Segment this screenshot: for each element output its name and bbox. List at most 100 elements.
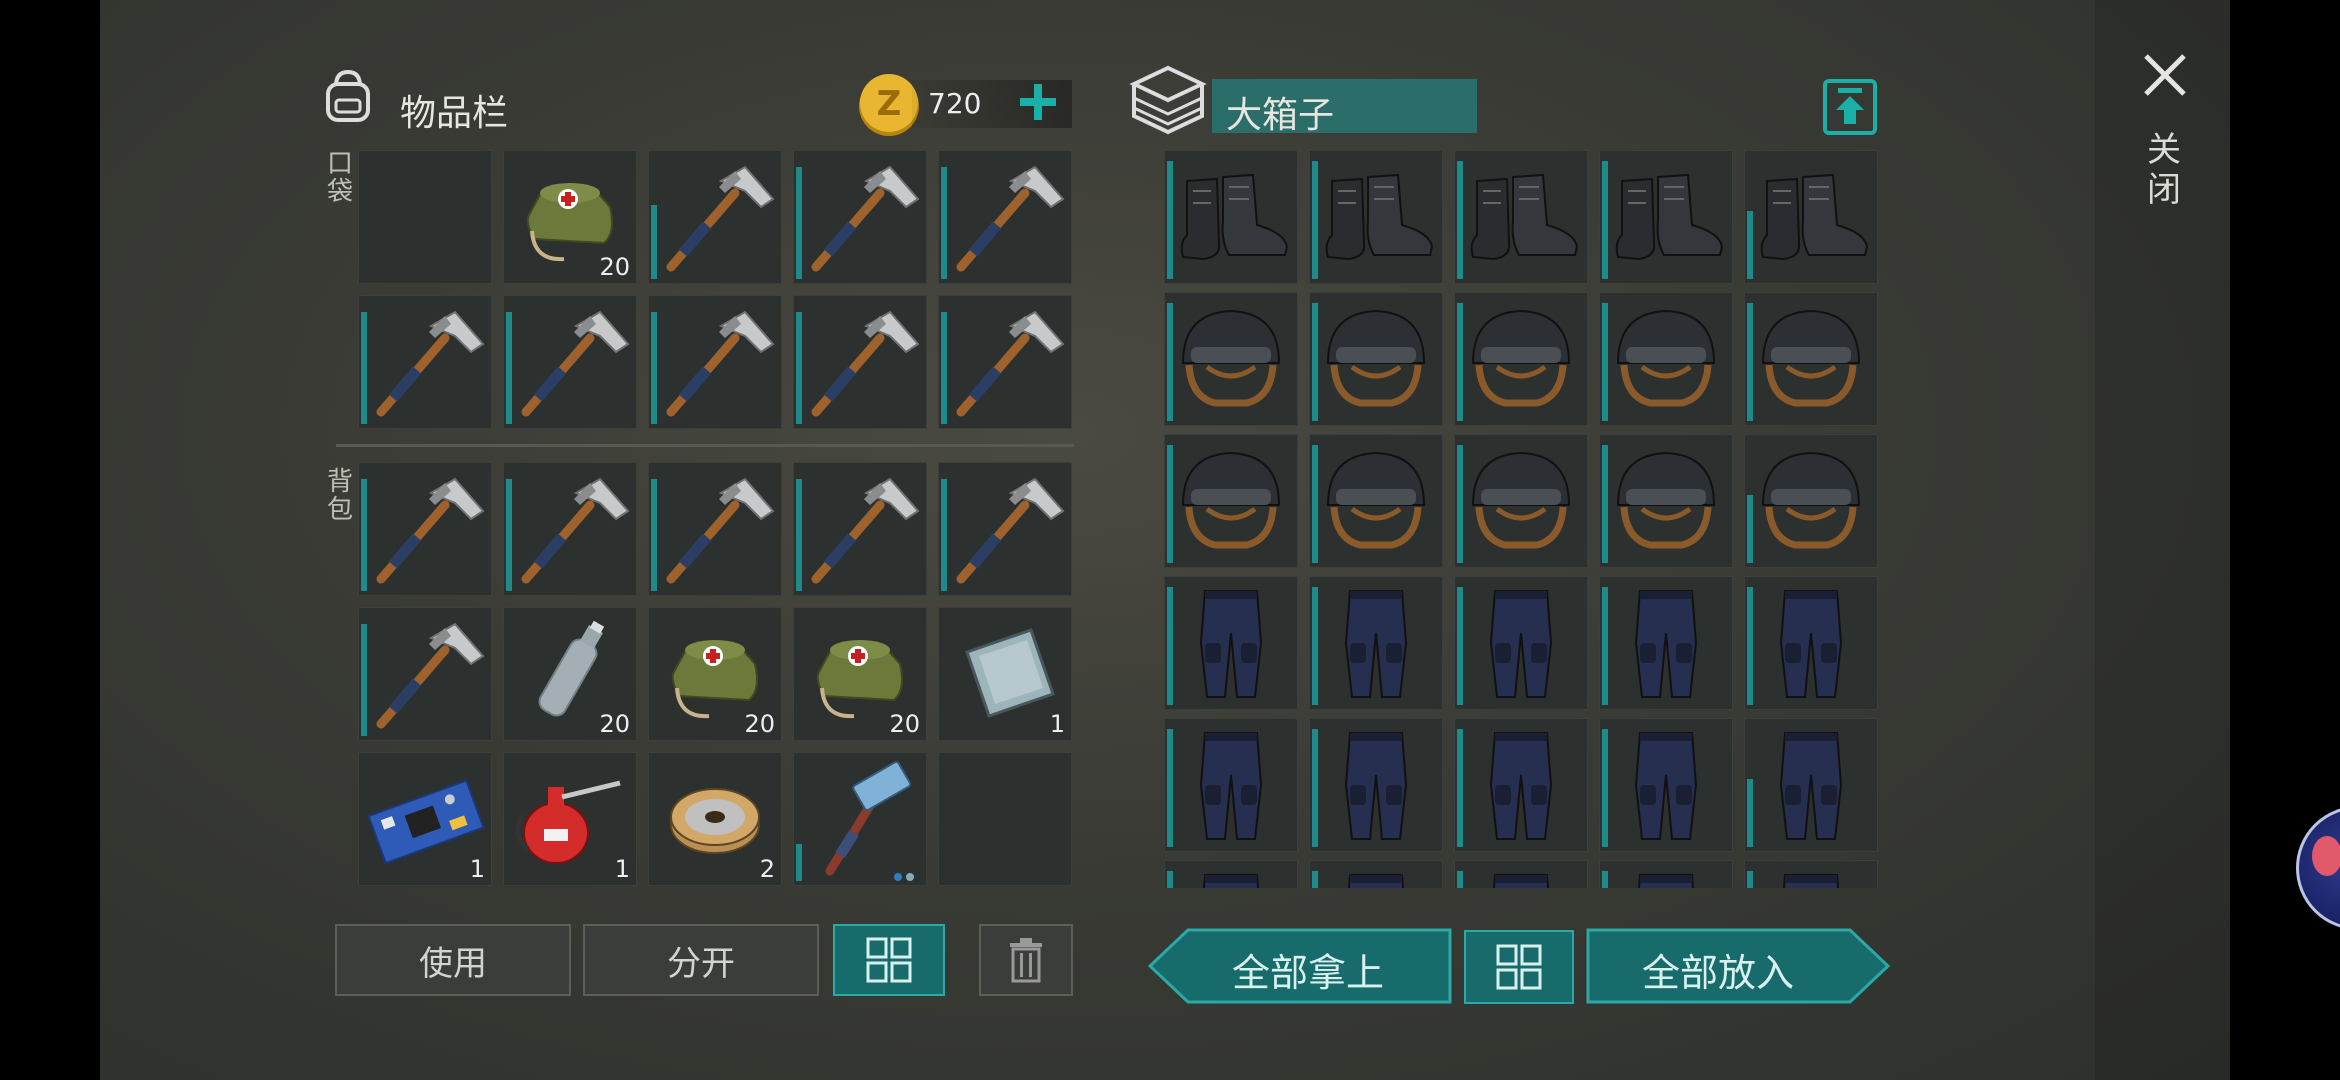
container-slot[interactable]	[1599, 576, 1733, 710]
backpack-slot[interactable]	[938, 462, 1072, 596]
container-slot[interactable]	[1599, 434, 1733, 568]
container-slot[interactable]	[1744, 860, 1878, 888]
trash-icon	[1010, 938, 1042, 983]
put-all-button[interactable]: 全部放入	[1586, 928, 1890, 1004]
use-button[interactable]: 使用	[335, 924, 571, 996]
container-slot[interactable]	[1164, 860, 1298, 888]
container-slot[interactable]	[1599, 292, 1733, 426]
container-slot[interactable]	[1164, 576, 1298, 710]
pocket-slot[interactable]	[938, 150, 1072, 284]
pocket-slot[interactable]	[648, 150, 782, 284]
pocket-slot[interactable]	[358, 150, 492, 284]
container-slot[interactable]	[1309, 718, 1443, 852]
container-slot[interactable]	[1454, 860, 1588, 888]
durability-bar	[1602, 871, 1608, 888]
item-count: 20	[599, 253, 630, 281]
backpack-slot[interactable]	[503, 462, 637, 596]
svg-text:Z: Z	[877, 84, 902, 124]
backpack-slot[interactable]: 20	[793, 607, 927, 741]
backpack-slot[interactable]	[648, 462, 782, 596]
backpack-slot[interactable]	[358, 462, 492, 596]
durability-bar	[1602, 587, 1608, 705]
backpack-slot[interactable]: 1	[938, 607, 1072, 741]
durability-bar	[1747, 495, 1753, 563]
container-slot[interactable]	[1309, 292, 1443, 426]
container-grid-clip[interactable]	[1160, 148, 1880, 888]
pocket-slot[interactable]	[648, 295, 782, 429]
add-coins-button[interactable]	[1016, 78, 1060, 128]
container-slot[interactable]	[1309, 576, 1443, 710]
durability-bar	[941, 312, 947, 424]
container-slot[interactable]	[1454, 434, 1588, 568]
inventory-title: 物品栏	[400, 93, 509, 134]
durability-bar	[1747, 871, 1753, 888]
pocket-label: 口袋	[326, 149, 353, 207]
container-title: 大箱子	[1226, 95, 1335, 136]
container-slot[interactable]	[1164, 150, 1298, 284]
sort-inventory-button[interactable]	[833, 924, 945, 996]
sort-container-button[interactable]	[1464, 930, 1574, 1004]
item-count: 20	[889, 710, 920, 738]
backpack-slot[interactable]: 20	[503, 607, 637, 741]
backpack-slot[interactable]	[793, 752, 927, 886]
pocket-slot[interactable]	[793, 150, 927, 284]
durability-bar	[1312, 445, 1318, 563]
pocket-slot[interactable]: 20	[503, 150, 637, 284]
container-slot[interactable]	[1309, 434, 1443, 568]
close-label: 关闭	[2147, 130, 2181, 210]
durability-bar	[941, 479, 947, 591]
split-button[interactable]: 分开	[583, 924, 819, 996]
pocket-slot[interactable]	[793, 295, 927, 429]
coin-amount: 720	[928, 87, 982, 120]
container-slot[interactable]	[1744, 292, 1878, 426]
container-slot[interactable]	[1744, 434, 1878, 568]
container-slot[interactable]	[1599, 150, 1733, 284]
backpack-slot[interactable]: 1	[503, 752, 637, 886]
durability-bar	[1167, 587, 1173, 705]
durability-bar	[1167, 871, 1173, 888]
durability-bar	[1312, 161, 1318, 279]
container-slot[interactable]	[1454, 718, 1588, 852]
container-slot[interactable]	[1744, 576, 1878, 710]
container-slot[interactable]	[1454, 576, 1588, 710]
backpack-slot[interactable]: 1	[358, 752, 492, 886]
container-slot[interactable]	[1454, 292, 1588, 426]
trash-button[interactable]	[979, 924, 1073, 996]
durability-bar	[796, 479, 802, 591]
close-button[interactable]: 关闭	[2140, 50, 2190, 210]
floating-assistant-bubble[interactable]	[2296, 806, 2340, 930]
backpack-slot[interactable]: 2	[648, 752, 782, 886]
backpack-slot[interactable]	[358, 607, 492, 741]
container-slot[interactable]	[1599, 860, 1733, 888]
container-slot[interactable]	[1309, 860, 1443, 888]
container-slot[interactable]	[1164, 718, 1298, 852]
durability-bar	[651, 312, 657, 424]
backpack-slot[interactable]: 20	[648, 607, 782, 741]
pocket-slot[interactable]	[938, 295, 1072, 429]
pocket-slot[interactable]	[358, 295, 492, 429]
container-slot[interactable]	[1164, 292, 1298, 426]
durability-bar	[651, 205, 657, 279]
durability-bar	[941, 167, 947, 279]
backpack-slot[interactable]	[793, 462, 927, 596]
durability-bar	[1747, 303, 1753, 421]
durability-bar	[796, 312, 802, 424]
grid-icon	[1496, 944, 1542, 990]
take-all-button[interactable]: 全部拿上	[1148, 928, 1452, 1004]
backpack-icon	[322, 68, 374, 124]
durability-bar	[1167, 161, 1173, 279]
durability-bar	[361, 624, 367, 736]
container-slot[interactable]	[1744, 718, 1878, 852]
container-slot[interactable]	[1309, 150, 1443, 284]
upload-icon	[1823, 79, 1877, 135]
pocket-slot[interactable]	[503, 295, 637, 429]
durability-bar	[651, 479, 657, 591]
container-upload-button[interactable]	[1822, 78, 1878, 136]
container-slot[interactable]	[1454, 150, 1588, 284]
container-slot[interactable]	[1599, 718, 1733, 852]
section-divider	[336, 444, 1074, 447]
container-slot[interactable]	[1164, 434, 1298, 568]
backpack-slot[interactable]	[938, 752, 1072, 886]
durability-bar	[1312, 587, 1318, 705]
container-slot[interactable]	[1744, 150, 1878, 284]
